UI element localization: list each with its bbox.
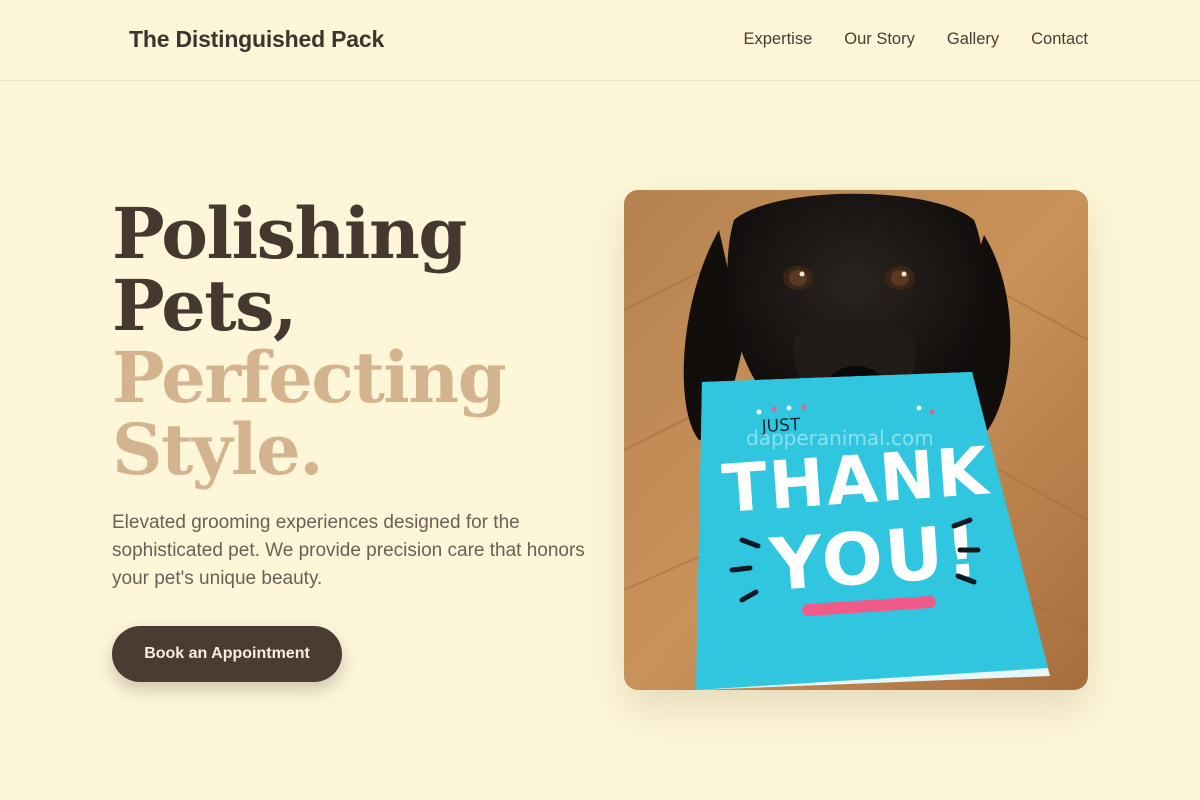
hero-photo: JUST dapperanimal.com THANK YOU! (624, 190, 1088, 690)
hero-title-accent-line: Style. (112, 408, 324, 491)
nav-link-our-story[interactable]: Our Story (844, 30, 915, 49)
hero-title-line: Pets, (112, 264, 297, 347)
nav-link-gallery[interactable]: Gallery (947, 30, 999, 49)
hero-title-accent-line: Perfecting (112, 336, 507, 419)
hero-tagline: Elevated grooming experiences designed f… (112, 512, 585, 589)
nav-link-contact[interactable]: Contact (1031, 30, 1088, 49)
hero-title-line: Polishing (112, 192, 467, 275)
dog-photo: JUST dapperanimal.com THANK YOU! (624, 190, 1088, 690)
book-appointment-button[interactable]: Book an Appointment (112, 626, 342, 682)
site-header: The Distinguished Pack Expertise Our Sto… (0, 0, 1200, 81)
nav-link-expertise[interactable]: Expertise (743, 30, 812, 49)
brand-logo[interactable]: The Distinguished Pack (129, 26, 384, 53)
hero-title: Polishing Pets, Perfecting Style. (112, 198, 582, 486)
card-you-text: YOU! (766, 509, 982, 608)
main-nav: Expertise Our Story Gallery Contact (743, 30, 1088, 49)
